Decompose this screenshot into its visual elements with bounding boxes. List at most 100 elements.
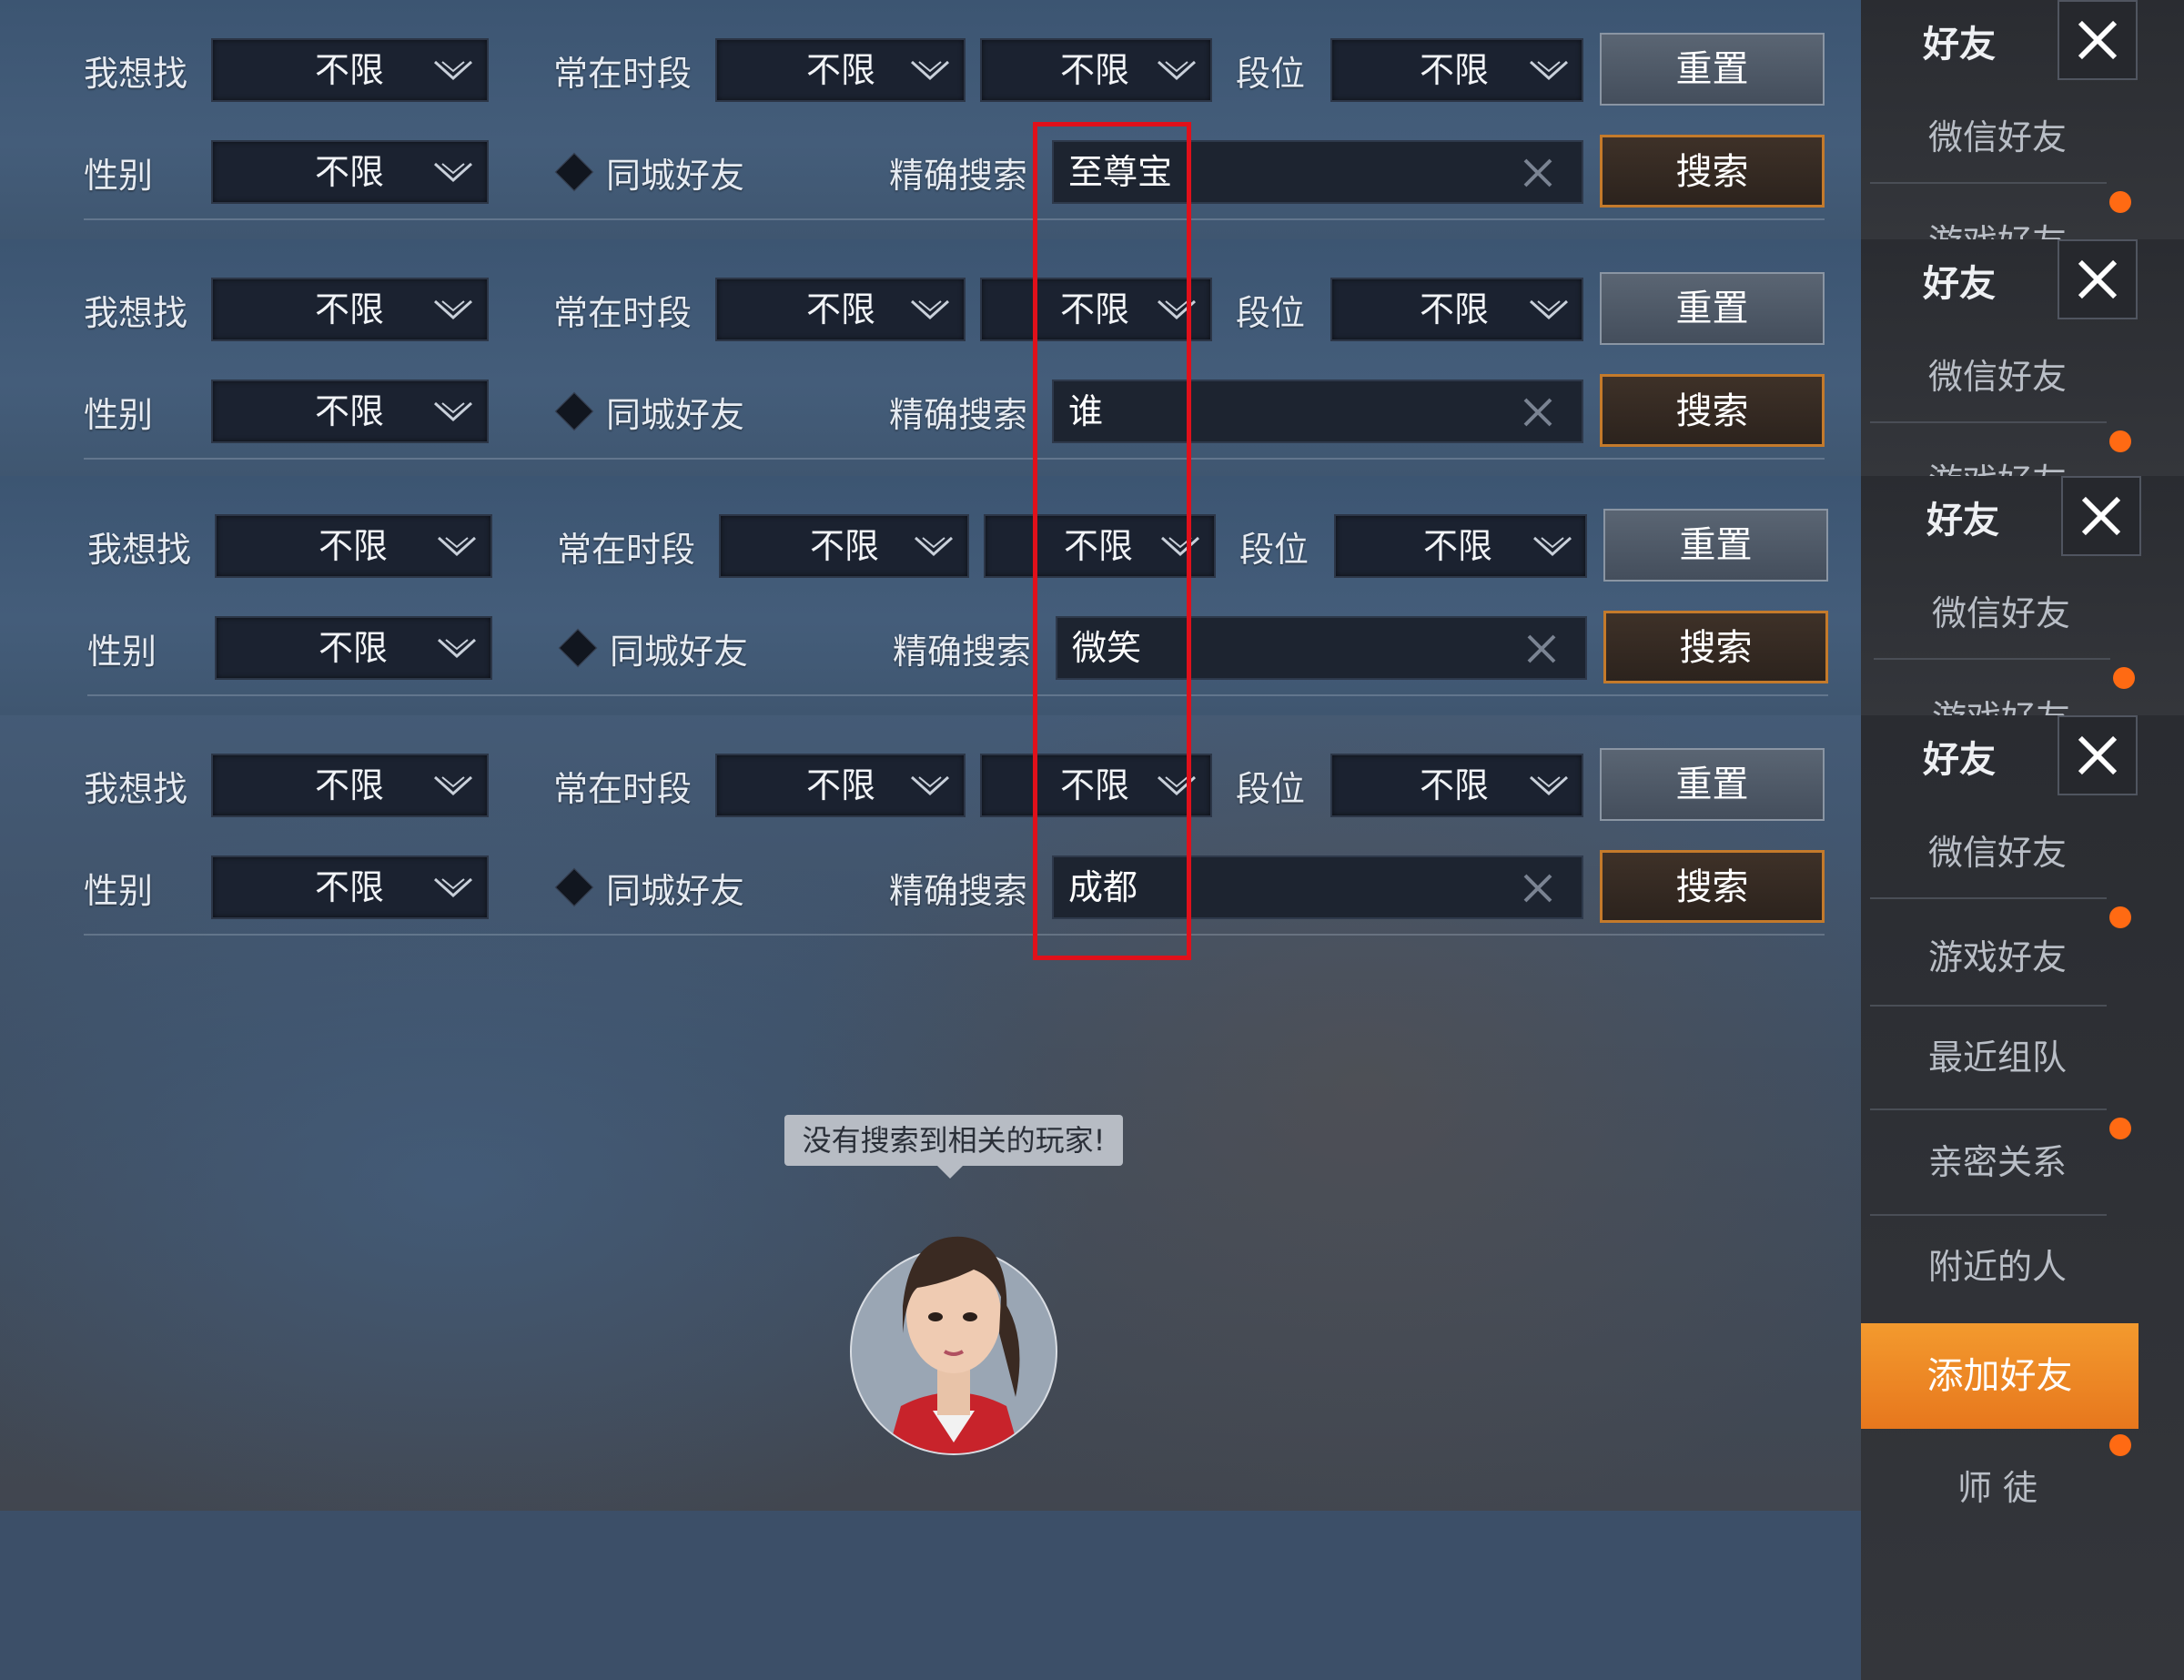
gender-dropdown[interactable]: 不限 (211, 380, 489, 443)
search-button[interactable]: 搜索 (1600, 850, 1825, 923)
exact-search-label: 精确搜索 (889, 395, 1028, 435)
rank-dropdown[interactable]: 不限 (1334, 514, 1587, 578)
chevron-down-icon (433, 877, 473, 899)
sidebar-separator (1870, 897, 2107, 899)
chevron-down-icon (433, 299, 473, 321)
close-icon (2059, 20, 2136, 82)
sidebar-item-wechat-friends[interactable]: 微信好友 (1861, 349, 2134, 399)
dropdown-value: 不限 (810, 526, 880, 566)
clear-icon[interactable] (1525, 633, 1558, 665)
dropdown-value: 不限 (806, 50, 876, 90)
want-find-label: 我想找 (87, 530, 192, 570)
sidebar-item-recent-team[interactable]: 最近组队 (1861, 1029, 2134, 1079)
notification-dot (2113, 667, 2135, 689)
dropdown-value: 不限 (315, 289, 385, 329)
sidebar-separator (1870, 1108, 2107, 1110)
dropdown-value: 不限 (315, 50, 385, 90)
sidebar-separator (1870, 1214, 2107, 1216)
friends-sidebar: 好友微信好友游戏好友 (1861, 476, 2184, 715)
chevron-down-icon (433, 60, 473, 82)
sidebar-item-game-friends[interactable]: 游戏好友 (1861, 214, 2134, 239)
active-time-start-dropdown[interactable]: 不限 (719, 514, 969, 578)
row-divider (84, 934, 1825, 936)
clear-icon[interactable] (1522, 396, 1554, 429)
same-city-label: 同城好友 (606, 871, 745, 911)
friends-sidebar: 好友微信好友游戏好友 (1861, 239, 2184, 479)
active-time-label: 常在时段 (557, 530, 696, 570)
close-icon (2059, 735, 2136, 797)
same-city-label: 同城好友 (610, 632, 749, 672)
rank-label: 段位 (1236, 54, 1306, 94)
rank-dropdown[interactable]: 不限 (1330, 38, 1583, 102)
close-button[interactable] (2058, 715, 2138, 795)
dropdown-value: 不限 (318, 628, 389, 668)
sidebar-item-wechat-friends[interactable]: 微信好友 (1861, 109, 2134, 159)
want-find-label: 我想找 (84, 293, 188, 333)
sidebar-item-wechat-friends[interactable]: 微信好友 (1865, 585, 2138, 635)
reset-button[interactable]: 重置 (1600, 33, 1825, 106)
gender-dropdown[interactable]: 不限 (211, 855, 489, 919)
chevron-down-icon (1532, 536, 1572, 558)
close-button[interactable] (2058, 0, 2138, 80)
sidebar-item-game-friends[interactable]: 游戏好友 (1861, 929, 2134, 979)
gender-dropdown[interactable]: 不限 (211, 140, 489, 204)
search-button[interactable]: 搜索 (1603, 611, 1828, 683)
dropdown-value: 不限 (315, 765, 385, 805)
gender-label: 性别 (84, 871, 154, 911)
sidebar-title: 好友 (1923, 263, 1996, 305)
sidebar-item-game-friends[interactable]: 游戏好友 (1865, 690, 2138, 715)
search-button[interactable]: 搜索 (1600, 135, 1825, 207)
active-time-start-dropdown[interactable]: 不限 (715, 278, 966, 341)
search-button[interactable]: 搜索 (1600, 374, 1825, 447)
gender-label: 性别 (84, 395, 154, 435)
rank-dropdown[interactable]: 不限 (1330, 278, 1583, 341)
empty-message: 没有搜索到相关的玩家! (784, 1115, 1123, 1179)
rank-label: 段位 (1239, 530, 1309, 570)
chevron-down-icon (914, 536, 954, 558)
chevron-down-icon (910, 299, 950, 321)
chevron-down-icon (437, 536, 477, 558)
sidebar-item-wechat-friends[interactable]: 微信好友 (1861, 825, 2134, 875)
gender-dropdown[interactable]: 不限 (215, 616, 492, 680)
active-time-label: 常在时段 (553, 54, 693, 94)
notification-dot (2109, 1434, 2131, 1456)
clear-icon[interactable] (1522, 872, 1554, 905)
sidebar-separator (1870, 421, 2107, 423)
close-button[interactable] (2061, 476, 2141, 556)
exact-search-label: 精确搜索 (889, 871, 1028, 911)
rank-dropdown[interactable]: 不限 (1330, 754, 1583, 817)
active-time-end-dropdown[interactable]: 不限 (980, 38, 1212, 102)
character-avatar (850, 1236, 1057, 1455)
reset-button[interactable]: 重置 (1603, 509, 1828, 582)
want-find-dropdown[interactable]: 不限 (211, 38, 489, 102)
reset-button[interactable]: 重置 (1600, 748, 1825, 821)
notification-dot (2109, 191, 2131, 213)
close-button[interactable] (2058, 239, 2138, 319)
sidebar-item-game-friends[interactable]: 游戏好友 (1861, 453, 2134, 479)
want-find-dropdown[interactable]: 不限 (215, 514, 492, 578)
gender-label: 性别 (87, 632, 157, 672)
chevron-down-icon (1157, 60, 1197, 82)
reset-button[interactable]: 重置 (1600, 272, 1825, 345)
chevron-down-icon (910, 775, 950, 797)
exact-search-label: 精确搜索 (889, 156, 1028, 196)
sidebar-item-close-relations[interactable]: 亲密关系 (1861, 1134, 2134, 1184)
want-find-dropdown[interactable]: 不限 (211, 278, 489, 341)
sidebar-item-add-friend[interactable]: 添加好友 (1861, 1323, 2138, 1429)
sidebar-title: 好友 (1923, 24, 1996, 66)
dropdown-value: 不限 (315, 391, 385, 431)
clear-icon[interactable] (1522, 157, 1554, 189)
sidebar-item-mentor[interactable]: 师 徒 (1861, 1460, 2134, 1510)
active-time-label: 常在时段 (553, 769, 693, 809)
dropdown-value: 不限 (318, 526, 389, 566)
close-icon (2059, 259, 2136, 321)
want-find-label: 我想找 (84, 54, 188, 94)
same-city-label: 同城好友 (606, 395, 745, 435)
want-find-dropdown[interactable]: 不限 (211, 754, 489, 817)
same-city-label: 同城好友 (606, 156, 745, 196)
sidebar-item-nearby[interactable]: 附近的人 (1861, 1239, 2134, 1289)
active-time-label: 常在时段 (553, 293, 693, 333)
dropdown-value: 不限 (1060, 50, 1130, 90)
active-time-start-dropdown[interactable]: 不限 (715, 38, 966, 102)
active-time-start-dropdown[interactable]: 不限 (715, 754, 966, 817)
